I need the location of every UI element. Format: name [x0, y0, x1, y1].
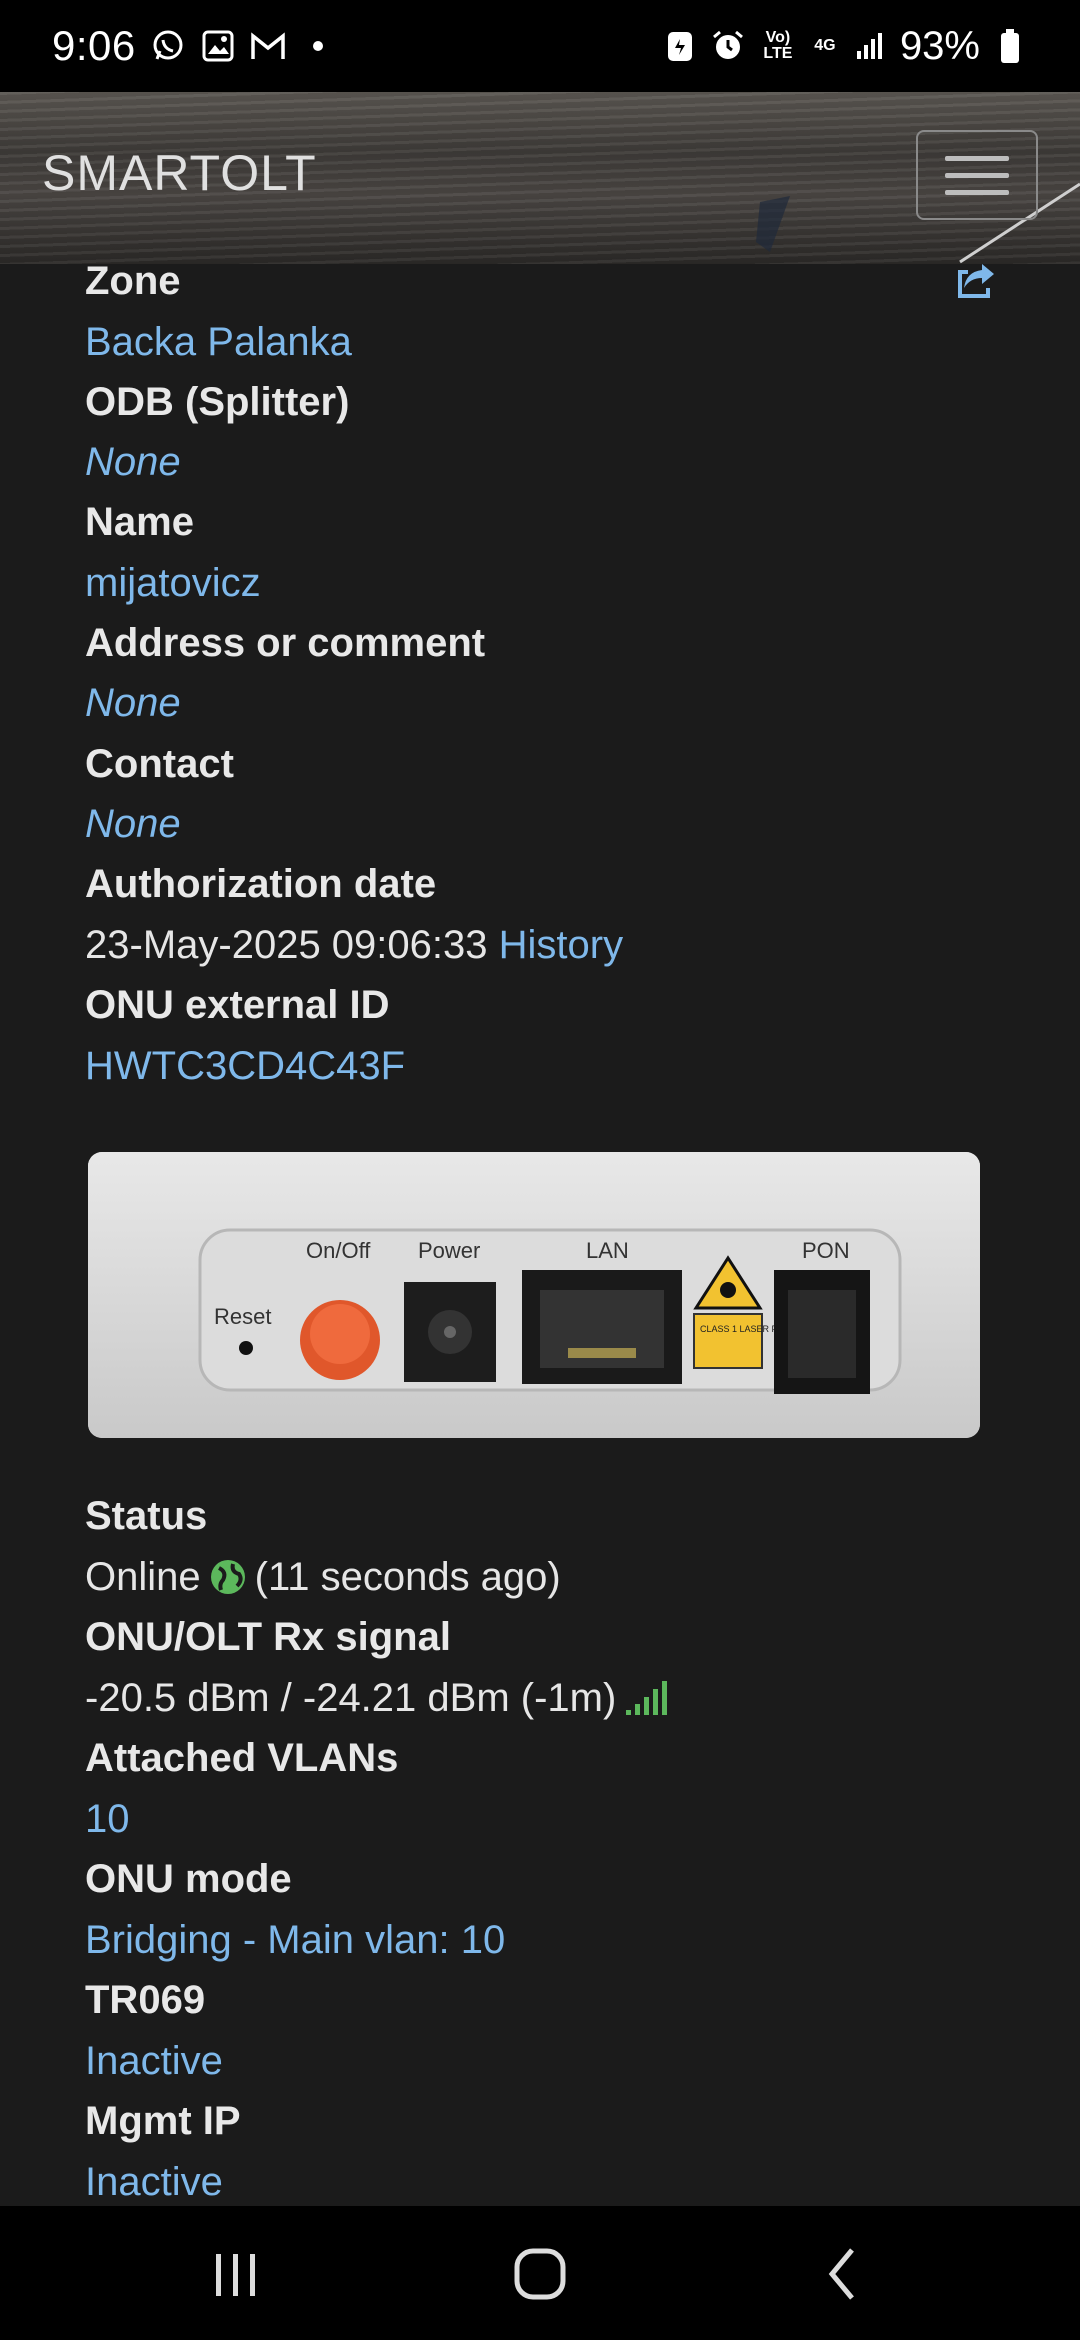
power-label: Power [418, 1238, 480, 1263]
pon-label: PON [802, 1238, 850, 1263]
status-time: 9:06 [52, 22, 136, 69]
hamburger-line [945, 189, 1009, 195]
battery-icon [992, 28, 1028, 64]
auth-date-row: 23-May-2025 09:06:33 History [85, 920, 623, 970]
recents-button[interactable] [206, 2246, 266, 2302]
contact-label: Contact [85, 742, 234, 786]
gmail-icon [250, 28, 286, 64]
home-icon [514, 2248, 566, 2300]
onu-mode-value[interactable]: Bridging - Main vlan: 10 [85, 1915, 505, 1965]
tr069-label: TR069 [85, 1978, 206, 2022]
status-value: Online [85, 1555, 201, 1599]
rx-signal-value: -20.5 dBm / -24.21 dBm (-1m) [85, 1676, 617, 1720]
mgmt-ip-value[interactable]: Inactive [85, 2157, 223, 2207]
status-bar: 9:06 Vo) LTE 4G 93% [0, 0, 1080, 92]
onoff-label: On/Off [306, 1238, 371, 1263]
rx-signal-row: -20.5 dBm / -24.21 dBm (-1m) [85, 1673, 668, 1723]
hamburger-line [945, 172, 1009, 178]
odb-value[interactable]: None [85, 437, 181, 487]
address-label: Address or comment [85, 621, 486, 665]
lan-label: LAN [586, 1238, 629, 1263]
share-icon[interactable] [954, 258, 998, 302]
auth-date-label: Authorization date [85, 862, 437, 906]
data-saver-icon [662, 28, 698, 64]
rx-signal-label: ONU/OLT Rx signal [85, 1615, 451, 1659]
volte-indicator: Vo) LTE [763, 29, 793, 62]
back-icon [828, 2248, 854, 2300]
name-label: Name [85, 500, 194, 544]
signal-icon [852, 28, 888, 64]
tr069-value[interactable]: Inactive [85, 2036, 223, 2086]
hamburger-line [945, 155, 1009, 161]
zone-label: Zone [85, 259, 181, 303]
onu-mode-label: ONU mode [85, 1857, 292, 1901]
external-id-label: ONU external ID [85, 983, 390, 1027]
home-button[interactable] [508, 2244, 572, 2304]
battery-percent: 93% [899, 23, 980, 68]
external-id-value[interactable]: HWTC3CD4C43F [85, 1041, 405, 1091]
zone-value[interactable]: Backa Palanka [85, 317, 352, 367]
onu-device-image: Reset On/Off Power LAN CLASS 1 LASER PRO… [88, 1152, 980, 1438]
history-link[interactable]: History [499, 923, 623, 967]
vlans-label: Attached VLANs [85, 1736, 399, 1780]
odb-label: ODB (Splitter) [85, 380, 350, 424]
signal-bars-icon [624, 1680, 668, 1716]
vlans-value[interactable]: 10 [85, 1794, 130, 1844]
status-label: Status [85, 1494, 208, 1538]
notification-dot-icon [300, 28, 336, 64]
menu-toggle-button[interactable] [916, 130, 1038, 220]
auth-date-value: 23-May-2025 09:06:33 [85, 923, 488, 967]
name-value[interactable]: mijatovicz [85, 558, 261, 608]
reset-label: Reset [214, 1304, 271, 1329]
globe-icon [209, 1558, 247, 1596]
system-nav-bar [0, 2206, 1080, 2340]
status-ago: (11 seconds ago) [254, 1555, 561, 1599]
address-value[interactable]: None [85, 678, 181, 728]
back-button[interactable] [818, 2244, 868, 2304]
app-header: SMARTOLT [0, 92, 1080, 264]
mgmt-ip-label: Mgmt IP [85, 2099, 241, 2143]
network-type-indicator: 4G [814, 37, 836, 54]
alarm-icon [710, 28, 746, 64]
status-row: Online (11 seconds ago) [85, 1552, 561, 1602]
brand-logo[interactable]: SMARTOLT [42, 144, 317, 202]
recents-icon [216, 2254, 255, 2296]
whatsapp-icon [150, 28, 186, 64]
contact-value[interactable]: None [85, 799, 181, 849]
gallery-icon [200, 28, 236, 64]
